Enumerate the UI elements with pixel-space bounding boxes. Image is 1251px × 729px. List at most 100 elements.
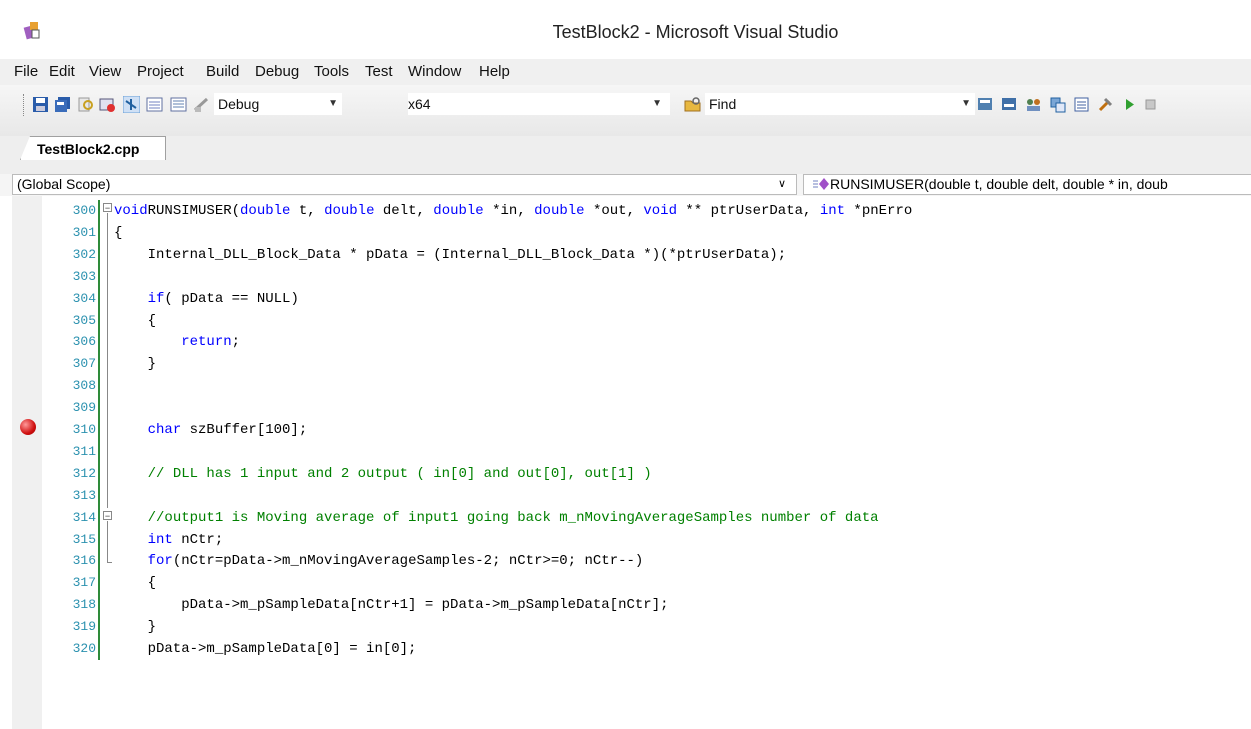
change-indicator: [98, 572, 100, 595]
extension-manager-icon[interactable]: [1097, 96, 1114, 113]
code-text: {: [114, 310, 156, 332]
code-token: pData->m_pSampleData[nCtr+1] = pData->m_…: [114, 597, 669, 614]
code-token: *pnErro: [845, 203, 913, 219]
collapse-icon[interactable]: −: [103, 203, 112, 213]
menu-window[interactable]: Window: [408, 63, 461, 80]
code-editor[interactable]: 300 voidRUNSIMUSER(double t, double delt,…: [0, 196, 1251, 729]
code-line[interactable]: 314 //output1 is Moving average of input…: [0, 506, 1251, 529]
menu-project[interactable]: Project: [137, 63, 184, 80]
find-in-files-folder-icon[interactable]: [684, 96, 701, 113]
tab-testblock2-cpp[interactable]: TestBlock2.cpp: [20, 136, 166, 160]
code-text: {: [114, 222, 122, 244]
code-token: ( pData == NULL): [164, 290, 299, 307]
code-line[interactable]: 318 pData->m_pSampleData[nCtr+1] = pData…: [0, 594, 1251, 617]
code-line[interactable]: 306 return;: [0, 331, 1251, 354]
keyword-token: double: [240, 203, 291, 219]
code-token: RUNSIMUSER(: [147, 203, 241, 219]
menu-edit[interactable]: Edit: [49, 63, 75, 80]
code-line[interactable]: 311: [0, 440, 1251, 463]
change-indicator: [98, 200, 100, 222]
code-line[interactable]: 312 // DLL has 1 input and 2 output ( in…: [0, 462, 1251, 485]
code-line[interactable]: 301 {: [0, 221, 1251, 244]
line-number: 318: [72, 597, 96, 613]
keyword-token: int: [147, 531, 173, 548]
team-explorer-icon[interactable]: [1025, 96, 1042, 113]
outline-end: [107, 562, 112, 563]
menu-view[interactable]: View: [89, 63, 121, 80]
properties-icon[interactable]: [1001, 96, 1018, 113]
solution-platform-value: x64: [408, 96, 431, 112]
menu-file[interactable]: File: [14, 63, 38, 80]
code-token: *in,: [483, 203, 535, 219]
keyword-token: int: [819, 203, 846, 219]
line-number: 310: [72, 422, 96, 437]
code-line[interactable]: 300 voidRUNSIMUSER(double t, double delt,…: [0, 200, 1251, 222]
code-line[interactable]: 315 int nCtr;: [0, 528, 1251, 551]
solution-explorer-icon[interactable]: [977, 96, 994, 113]
solution-configuration-value: Debug: [218, 96, 260, 112]
find-combo[interactable]: Find ▼: [705, 93, 975, 115]
properties-window-icon[interactable]: [146, 96, 163, 113]
scope-value: (Global Scope): [17, 176, 111, 192]
member-dropdown[interactable]: RUNSIMUSER(double t, double delt, double…: [803, 174, 1251, 195]
code-text: char szBuffer[100];: [114, 419, 308, 441]
code-line[interactable]: 303: [0, 265, 1251, 288]
code-line[interactable]: 319 }: [0, 616, 1251, 639]
menu-tools[interactable]: Tools: [314, 63, 349, 80]
code-line[interactable]: 305 {: [0, 309, 1251, 332]
chevron-down-icon: ∨: [777, 178, 786, 190]
code-line[interactable]: 307 }: [0, 353, 1251, 376]
stop-icon[interactable]: [1142, 96, 1159, 113]
line-number: 316: [72, 553, 96, 569]
line-number: 304: [72, 290, 96, 306]
code-line[interactable]: 313: [0, 484, 1251, 507]
change-indicator: [98, 550, 100, 573]
menu-build[interactable]: Build: [206, 63, 239, 80]
save-all-icon[interactable]: [54, 96, 71, 113]
toolbox-icon[interactable]: [193, 96, 210, 113]
change-indicator: [98, 309, 100, 332]
code-line[interactable]: 302 Internal_DLL_Block_Data * pData = (I…: [0, 243, 1251, 266]
menu-debug[interactable]: Debug: [255, 63, 299, 80]
change-indicator: [98, 353, 100, 376]
code-line[interactable]: 310 char szBuffer[100];: [0, 419, 1251, 441]
object-browser-icon[interactable]: [170, 96, 187, 113]
code-line[interactable]: 317 {: [0, 572, 1251, 595]
line-number: 312: [72, 465, 96, 481]
line-number: 303: [72, 268, 96, 284]
toggle-bookmark-icon[interactable]: [123, 96, 140, 113]
code-line[interactable]: 304 if( pData == NULL): [0, 287, 1251, 310]
code-line[interactable]: 309: [0, 397, 1251, 420]
start-debugging-icon[interactable]: [1121, 96, 1138, 113]
code-token: ;: [231, 334, 241, 351]
code-line[interactable]: 316 for(nCtr=pData->m_nMovingAverageSamp…: [0, 550, 1251, 573]
save-icon[interactable]: [32, 96, 49, 113]
change-indicator: [98, 331, 100, 354]
member-value: RUNSIMUSER(double t, double delt, double…: [830, 176, 1168, 192]
code-line[interactable]: 308: [0, 375, 1251, 398]
toolbar-grip[interactable]: [23, 94, 27, 116]
change-indicator: [98, 506, 100, 529]
find-in-files-icon[interactable]: [77, 96, 94, 113]
code-line[interactable]: 320 pData->m_pSampleData[0] = in[0];: [0, 638, 1251, 660]
line-number: 319: [72, 619, 96, 635]
line-number: 305: [72, 312, 96, 328]
output-window-icon[interactable]: [1073, 96, 1090, 113]
solution-platform-dropdown[interactable]: x64 ▼: [408, 93, 670, 115]
class-view-icon[interactable]: [1049, 96, 1066, 113]
code-token: pData->m_pSampleData[0] = in[0];: [114, 641, 417, 657]
code-token: t,: [290, 203, 325, 219]
solution-configuration-dropdown[interactable]: Debug ▼: [214, 93, 342, 115]
scope-dropdown[interactable]: (Global Scope) ∨: [12, 174, 797, 195]
navigation-bar: (Global Scope) ∨ RUNSIMUSER(double t, do…: [0, 174, 1251, 196]
menu-help[interactable]: Help: [479, 63, 510, 80]
code-text: pData->m_pSampleData[nCtr+1] = pData->m_…: [114, 594, 669, 616]
breakpoint-window-icon[interactable]: [99, 96, 116, 113]
line-number: 302: [72, 246, 96, 262]
standard-toolbar: Debug ▼ x64 ▼ Find ▼: [0, 85, 1251, 136]
collapse-icon[interactable]: −: [103, 511, 112, 521]
line-number: 306: [72, 334, 96, 350]
menu-test[interactable]: Test: [365, 63, 393, 80]
keyword-token: void: [643, 203, 677, 219]
